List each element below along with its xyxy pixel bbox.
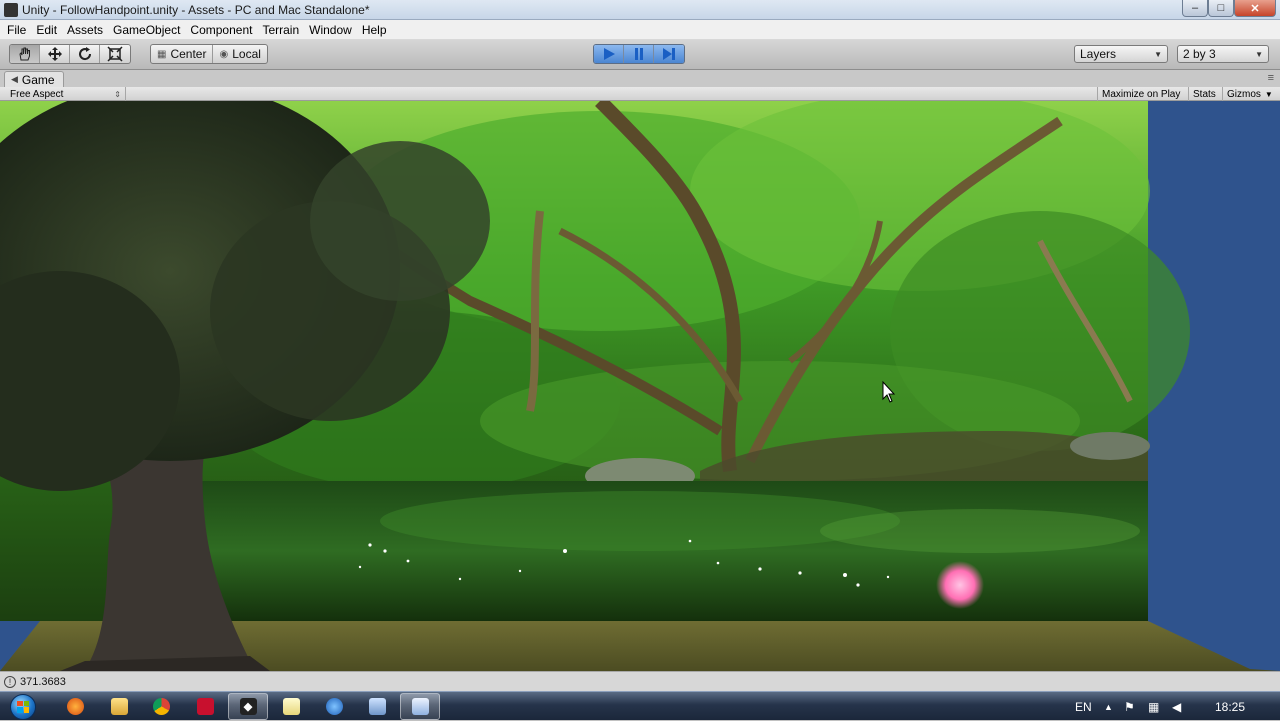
move-tool-button[interactable] bbox=[40, 45, 70, 63]
aspect-label: Free Aspect bbox=[10, 88, 64, 100]
stats-toggle[interactable]: Stats bbox=[1188, 87, 1220, 101]
hand-tool-button[interactable] bbox=[10, 45, 40, 63]
status-message: 371.3683 bbox=[20, 675, 66, 688]
taskbar-notepad[interactable] bbox=[271, 693, 311, 720]
explorer-icon bbox=[110, 698, 128, 715]
gizmos-dropdown[interactable]: Gizmos ▼ bbox=[1222, 87, 1277, 101]
volume-icon[interactable]: ◀ bbox=[1172, 692, 1181, 721]
scale-tool-icon bbox=[107, 46, 123, 62]
windows-taskbar: ◆ EN ▲ ⚑ ▦ ◀ 18:25 bbox=[0, 691, 1280, 720]
panel-menu-icon[interactable]: ≡ bbox=[1268, 72, 1274, 84]
action-center-icon[interactable]: ⚑ bbox=[1124, 692, 1135, 721]
pivot-local-label: Local bbox=[232, 47, 261, 61]
menu-window[interactable]: Window bbox=[304, 23, 357, 37]
maximize-on-play-toggle[interactable]: Maximize on Play bbox=[1097, 87, 1184, 101]
chevron-down-icon: ▼ bbox=[1154, 49, 1162, 59]
panel-tab-row: ◀ Game ≡ bbox=[0, 70, 1280, 87]
menu-terrain[interactable]: Terrain bbox=[257, 23, 304, 37]
windows-media-icon bbox=[325, 698, 343, 715]
menu-help[interactable]: Help bbox=[357, 23, 392, 37]
play-icon bbox=[603, 48, 615, 60]
pivot-center-icon: ▦ bbox=[157, 48, 167, 60]
console-status-bar[interactable]: ! 371.3683 bbox=[0, 671, 1280, 691]
rotate-tool-icon bbox=[78, 47, 91, 61]
network-app-icon bbox=[368, 698, 386, 715]
window-titlebar: Unity - FollowHandpoint.unity - Assets -… bbox=[0, 0, 1280, 20]
document-app-icon bbox=[411, 698, 429, 715]
step-icon bbox=[663, 48, 675, 60]
game-view-icon: ◀ bbox=[11, 74, 18, 84]
game-scene bbox=[0, 101, 1280, 671]
chevron-down-icon: ▼ bbox=[1255, 49, 1263, 59]
layout-label: 2 by 3 bbox=[1183, 47, 1216, 61]
pivot-center-label: Center bbox=[170, 47, 207, 61]
hand-tool-icon bbox=[18, 47, 30, 61]
firefox-icon bbox=[66, 698, 84, 715]
game-viewport[interactable] bbox=[0, 101, 1280, 671]
main-toolbar: ▦ Center ◉ Local Layers ▼ 2 by 3 ▼ bbox=[0, 40, 1280, 70]
menu-bar: File Edit Assets GameObject Component Te… bbox=[0, 20, 1280, 40]
notepad-icon bbox=[282, 698, 300, 715]
maximize-button[interactable]: □ bbox=[1208, 0, 1234, 17]
pivot-controls: ▦ Center ◉ Local bbox=[150, 44, 268, 64]
info-icon: ! bbox=[4, 675, 16, 688]
menu-component[interactable]: Component bbox=[185, 23, 257, 37]
window-title: Unity - FollowHandpoint.unity - Assets -… bbox=[22, 3, 370, 17]
taskbar-unity[interactable]: ◆ bbox=[228, 693, 268, 720]
layout-dropdown[interactable]: 2 by 3 ▼ bbox=[1177, 45, 1269, 63]
taskbar-document-app[interactable] bbox=[400, 693, 440, 720]
pivot-center-button[interactable]: ▦ Center bbox=[151, 45, 214, 63]
pivot-local-button[interactable]: ◉ Local bbox=[213, 45, 266, 63]
play-controls bbox=[593, 44, 685, 64]
tab-game[interactable]: ◀ Game bbox=[4, 71, 64, 87]
taskbar-explorer[interactable] bbox=[99, 693, 139, 720]
menu-edit[interactable]: Edit bbox=[31, 23, 62, 37]
taskbar-firefox[interactable] bbox=[55, 693, 95, 720]
pink-particle-orb bbox=[936, 561, 984, 609]
chrome-icon bbox=[152, 698, 170, 715]
move-tool-icon bbox=[47, 47, 62, 61]
language-indicator[interactable]: EN bbox=[1075, 692, 1092, 721]
gizmos-label: Gizmos bbox=[1227, 88, 1261, 100]
acrobat-icon bbox=[196, 698, 214, 715]
taskbar-chrome[interactable] bbox=[141, 693, 181, 720]
updown-arrows-icon: ⇕ bbox=[114, 89, 121, 99]
close-button[interactable]: ✕ bbox=[1234, 0, 1276, 17]
minimize-button[interactable]: – bbox=[1182, 0, 1208, 17]
step-button[interactable] bbox=[654, 45, 684, 63]
unity-app-icon bbox=[4, 3, 18, 17]
chevron-down-icon: ▼ bbox=[1264, 89, 1273, 99]
transform-tools bbox=[9, 44, 131, 64]
taskbar-media[interactable] bbox=[314, 693, 354, 720]
menu-assets[interactable]: Assets bbox=[62, 23, 108, 37]
clock[interactable]: 18:25 bbox=[1215, 692, 1245, 721]
layers-dropdown[interactable]: Layers ▼ bbox=[1074, 45, 1168, 63]
windows-logo-icon bbox=[10, 693, 36, 720]
start-button[interactable] bbox=[6, 693, 40, 720]
network-icon[interactable]: ▦ bbox=[1148, 692, 1159, 721]
menu-file[interactable]: File bbox=[2, 23, 31, 37]
taskbar-network-app[interactable] bbox=[357, 693, 397, 720]
unity-icon: ◆ bbox=[239, 698, 257, 715]
layers-label: Layers bbox=[1080, 47, 1117, 61]
game-toolbar: Free Aspect ⇕ Maximize on Play Stats Giz… bbox=[0, 87, 1280, 101]
taskbar-acrobat[interactable] bbox=[185, 693, 225, 720]
scale-tool-button[interactable] bbox=[100, 45, 130, 63]
pause-icon bbox=[634, 48, 643, 60]
rotate-tool-button[interactable] bbox=[70, 45, 100, 63]
tab-game-label: Game bbox=[21, 72, 55, 87]
aspect-dropdown[interactable]: Free Aspect ⇕ bbox=[4, 87, 126, 101]
pause-button[interactable] bbox=[624, 45, 654, 63]
play-button[interactable] bbox=[594, 45, 624, 63]
show-hidden-icons-icon[interactable]: ▲ bbox=[1104, 692, 1113, 721]
menu-gameobject[interactable]: GameObject bbox=[108, 23, 185, 37]
pivot-local-icon: ◉ bbox=[219, 48, 229, 60]
